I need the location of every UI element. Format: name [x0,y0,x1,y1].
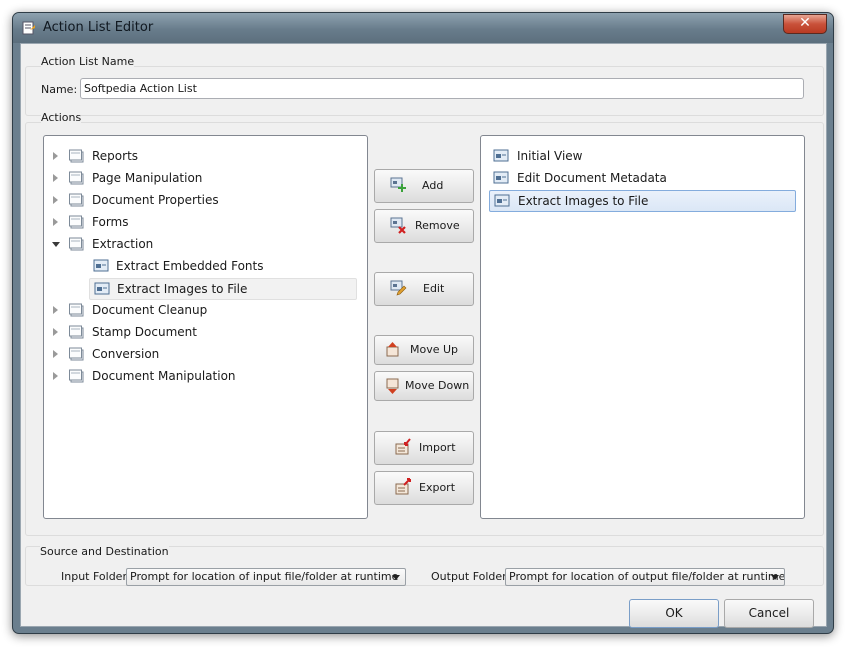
output-folder-value: Prompt for location of output file/folde… [509,570,785,583]
close-button[interactable]: ✕ [783,14,827,34]
folder-icon [69,149,85,163]
tree-action-item[interactable]: Extract Images to File [89,278,357,300]
tree-item-label: Document Manipulation [92,369,236,383]
input-folder-value: Prompt for location of input file/folder… [130,570,399,583]
expand-right-icon[interactable] [53,306,58,314]
import-button[interactable]: Import [374,431,474,465]
action-list-editor-window: Action List Editor ✕ Action List Name Na… [12,12,834,634]
tree-item-label: Conversion [92,347,160,361]
export-button[interactable]: Export [374,471,474,505]
expand-right-icon[interactable] [53,218,58,226]
remove-icon [390,217,406,234]
input-folder-select[interactable]: Prompt for location of input file/folder… [126,568,406,586]
selected-actions-list[interactable]: Initial View Edit Document Metadata Extrac… [480,135,805,519]
action-icon [494,194,510,208]
move-down-button-label: Move Down [405,379,470,392]
import-button-label: Import [419,441,456,454]
tree-item-label: Extract Images to File [117,282,248,296]
action-icon [94,282,110,296]
tree-category-item[interactable]: Page Manipulation [52,168,352,188]
action-list-name-title: Action List Name [41,55,135,68]
tree-category-item[interactable]: Reports [52,146,352,166]
expand-right-icon[interactable] [53,328,58,336]
actions-title: Actions [41,111,82,124]
tree-item-label: Document Cleanup [92,303,208,317]
chevron-down-icon [771,575,779,580]
folder-icon [69,303,85,317]
selected-action-label: Extract Images to File [518,194,649,208]
selected-action-label: Initial View [517,149,583,163]
move-up-button[interactable]: Move Up [374,335,474,365]
expand-right-icon[interactable] [53,196,58,204]
add-icon [390,177,406,192]
export-button-label: Export [419,481,456,494]
expand-right-icon[interactable] [53,350,58,358]
move-up-icon [386,342,399,357]
folder-icon [69,193,85,207]
tree-category-item[interactable]: Conversion [52,344,352,364]
folder-icon [69,237,85,251]
remove-button-label: Remove [415,219,460,232]
folder-icon [69,171,85,185]
edit-icon [390,280,407,296]
input-folder-label: Input Folder [61,570,127,583]
expand-right-icon[interactable] [53,152,58,160]
expand-right-icon[interactable] [53,372,58,380]
tree-action-item[interactable]: Extract Embedded Fonts [89,256,355,276]
tree-category-item[interactable]: Forms [52,212,352,232]
tree-item-label: Stamp Document [92,325,197,339]
app-icon [22,21,35,35]
tree-item-label: Document Properties [92,193,219,207]
folder-icon [69,215,85,229]
source-destination-title: Source and Destination [40,545,169,558]
edit-button-label: Edit [423,282,445,295]
add-button[interactable]: Add [374,169,474,203]
action-icon [93,259,109,273]
action-icon [493,149,509,163]
cancel-button-label: Cancel [748,606,790,620]
selected-action-item[interactable]: Edit Document Metadata [489,168,794,188]
export-icon [395,478,411,495]
move-up-button-label: Move Up [410,343,459,356]
folder-icon [69,325,85,339]
output-folder-select[interactable]: Prompt for location of output file/folde… [505,568,785,586]
selected-action-item[interactable]: Extract Images to File [489,190,796,212]
title-bar[interactable]: Action List Editor ✕ [13,13,833,43]
tree-item-label: Page Manipulation [92,171,203,185]
edit-button[interactable]: Edit [374,272,474,306]
move-down-button[interactable]: Move Down [374,371,474,401]
selected-action-label: Edit Document Metadata [517,171,667,185]
tree-category-item[interactable]: Document Cleanup [52,300,352,320]
tree-item-label: Extraction [92,237,154,251]
selected-action-item[interactable]: Initial View [489,146,794,166]
available-actions-tree[interactable]: Reports Page Manipulation Document Propert… [43,135,368,519]
tree-item-label: Extract Embedded Fonts [116,259,264,273]
ok-button-label: OK [665,606,683,620]
folder-icon [69,347,85,361]
remove-button[interactable]: Remove [374,209,474,243]
action-icon [493,171,509,185]
tree-item-label: Forms [92,215,129,229]
add-button-label: Add [422,179,444,192]
tree-category-item[interactable]: Document Properties [52,190,352,210]
tree-category-item[interactable]: Extraction [52,234,352,254]
expand-right-icon[interactable] [53,174,58,182]
cancel-button[interactable]: Cancel [724,599,814,628]
chevron-down-icon [392,575,400,580]
output-folder-label: Output Folder [431,570,507,583]
tree-category-item[interactable]: Stamp Document [52,322,352,342]
name-field[interactable]: Softpedia Action List [80,78,804,99]
dialog-client-area: Action List Name Name: Softpedia Action … [20,43,827,628]
import-icon [395,438,411,455]
expand-down-icon[interactable] [52,242,60,247]
window-title: Action List Editor [43,20,154,35]
ok-button[interactable]: OK [629,599,719,628]
folder-icon [69,369,85,383]
tree-item-label: Reports [92,149,139,163]
tree-category-item[interactable]: Document Manipulation [52,366,352,386]
name-label: Name: [41,83,78,96]
move-down-icon [386,378,399,394]
